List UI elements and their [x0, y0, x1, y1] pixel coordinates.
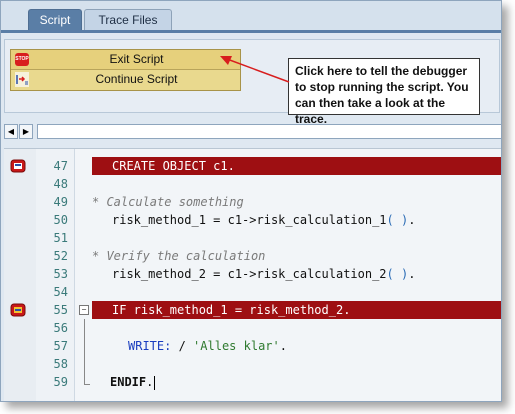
tab-strip: Script Trace Files [1, 1, 501, 33]
tab-trace-files[interactable]: Trace Files [84, 9, 172, 31]
code-text: CREATE OBJECT c1. [112, 159, 235, 173]
breakpoint-icon[interactable] [10, 303, 26, 317]
line-number: 50 [53, 213, 68, 227]
code-line: 52 * Verify the calculation [4, 247, 501, 265]
code-period: . [146, 375, 154, 389]
code-line: 58 [4, 355, 501, 373]
code-line: 48 [4, 175, 501, 193]
nav-right-icon[interactable]: ▶ [19, 124, 33, 139]
code-string: 'Alles klar' [193, 339, 280, 353]
code-line: 57 WRITE: / 'Alles klar'. [4, 337, 501, 355]
code-parentheses: ( ) [386, 267, 409, 281]
code-period: . [408, 213, 416, 227]
code-line: 51 [4, 229, 501, 247]
line-number: 57 [53, 339, 68, 353]
line-number: 47 [53, 159, 68, 173]
code-text: risk_method_1 = c1->risk_calculation_1( … [112, 211, 415, 229]
code-operator: / [171, 339, 194, 353]
code-line: 59 ENDIF. [4, 373, 501, 391]
code-comment: * Calculate something [92, 195, 244, 209]
line-number: 48 [53, 177, 68, 191]
code-line: 56 [4, 319, 501, 337]
continue-script-button[interactable]: Continue Script [11, 70, 240, 89]
line-number: 51 [53, 231, 68, 245]
code-statement: risk_method_2 = c1->risk_calculation_2 [112, 267, 387, 281]
code-parentheses: ( ) [386, 213, 409, 227]
exit-script-label: Exit Script [109, 52, 164, 66]
code-line: 50 risk_method_1 = c1->risk_calculation_… [4, 211, 501, 229]
stop-icon: STOP [15, 53, 29, 66]
callout-arrow [220, 56, 290, 83]
navigation-field[interactable] [37, 124, 501, 139]
code-editor[interactable]: 47 CREATE OBJECT c1. 48 49 * Calculate s… [4, 148, 501, 401]
navigation-row: ◀ ▶ [1, 123, 501, 141]
code-period: . [408, 267, 416, 281]
tab-script[interactable]: Script [28, 9, 82, 31]
code-line: 47 CREATE OBJECT c1. [4, 157, 501, 175]
code-line: 53 risk_method_2 = c1->risk_calculation_… [4, 265, 501, 283]
nav-left-icon[interactable]: ◀ [4, 124, 18, 139]
code-statement: risk_method_1 = c1->risk_calculation_1 [112, 213, 387, 227]
code-keyword: ENDIF [110, 375, 147, 389]
text-caret [154, 375, 156, 390]
code-line: 49 * Calculate something [4, 193, 501, 211]
breakpoint-icon[interactable] [10, 159, 26, 173]
code-line: 54 [4, 283, 501, 301]
fold-toggle[interactable]: − [79, 305, 89, 315]
code-comment: * Verify the calculation [92, 249, 266, 263]
line-number: 53 [53, 267, 68, 281]
script-menu: STOP Exit Script Continue Script [10, 49, 241, 91]
exit-script-button[interactable]: STOP Exit Script [11, 50, 240, 70]
code-period: . [279, 339, 287, 353]
line-number: 58 [53, 357, 68, 371]
line-number: 49 [53, 195, 68, 209]
code-text: IF risk_method_1 = risk_method_2. [112, 303, 351, 317]
code-text: ENDIF. [110, 373, 156, 391]
continue-icon [15, 72, 29, 87]
line-number: 59 [53, 375, 68, 389]
code-text: WRITE: / 'Alles klar'. [128, 337, 287, 355]
line-number: 56 [53, 321, 68, 335]
annotation-callout: Click here to tell the debugger to stop … [288, 58, 480, 126]
continue-script-label: Continue Script [95, 72, 178, 86]
tab-underline [1, 30, 501, 33]
code-text: risk_method_2 = c1->risk_calculation_2( … [112, 265, 415, 283]
code-line: 55 − IF risk_method_1 = risk_method_2. [4, 301, 501, 319]
line-number: 54 [53, 285, 68, 299]
code-keyword: WRITE: [128, 339, 172, 353]
line-number: 55 [53, 303, 68, 317]
line-number: 52 [53, 249, 68, 263]
